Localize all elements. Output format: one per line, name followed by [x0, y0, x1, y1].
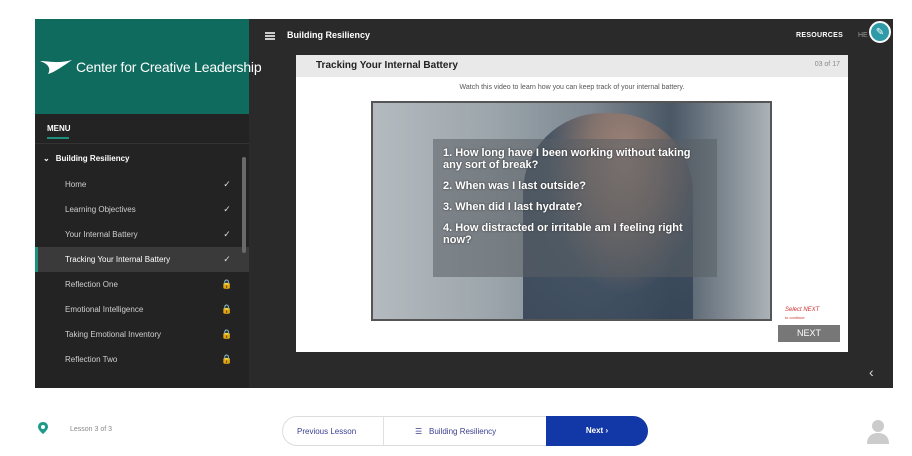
- sidebar-item-label: Your Internal Battery: [65, 230, 138, 239]
- sidebar-item-reflection-one[interactable]: Reflection One 🔒: [35, 272, 249, 297]
- sidebar-item-learning-objectives[interactable]: Learning Objectives ✓: [35, 197, 249, 222]
- brand-name: Center for Creative Leadership: [76, 58, 262, 75]
- sidebar-section-label: Building Resiliency: [55, 153, 130, 163]
- ccl-logo-icon: [40, 59, 72, 74]
- chevron-left-icon[interactable]: ‹: [869, 364, 874, 380]
- top-bar: Building Resiliency RESOURCES HE ✎: [249, 19, 893, 54]
- sidebar-item-reflection-two[interactable]: Reflection Two 🔒: [35, 347, 249, 372]
- slide: Tracking Your Internal Battery 03 of 17 …: [296, 55, 848, 352]
- lesson-footer: Lesson 3 of 3 Previous Lesson ☰ Building …: [0, 402, 912, 456]
- sidebar-item-home[interactable]: Home ✓: [35, 172, 249, 197]
- list-icon: ☰: [415, 427, 423, 436]
- slide-title: Tracking Your Internal Battery: [316, 60, 458, 71]
- select-next-subhint: to continue: [785, 315, 805, 320]
- sidebar-item-tracking-your-internal-battery[interactable]: Tracking Your Internal Battery ✓: [35, 247, 249, 272]
- page: Center for Creative Leadership MENU ⌄ Bu…: [0, 0, 912, 456]
- sidebar-item-label: Tracking Your Internal Battery: [65, 255, 171, 264]
- menu-heading: MENU: [35, 114, 249, 144]
- breadcrumb-label: Building Resiliency: [429, 427, 497, 436]
- lock-icon: 🔒: [221, 279, 233, 289]
- slide-next-button[interactable]: NEXT: [778, 325, 840, 342]
- sidebar-item-label: Learning Objectives: [65, 205, 136, 214]
- sidebar-item-your-internal-battery[interactable]: Your Internal Battery ✓: [35, 222, 249, 247]
- lock-icon: 🔒: [221, 304, 233, 314]
- course-title: Building Resiliency: [287, 30, 371, 40]
- lock-icon: 🔒: [221, 354, 233, 364]
- question-1: 1. How long have I been working without …: [443, 147, 691, 171]
- sidebar-item-taking-emotional-inventory[interactable]: Taking Emotional Inventory 🔒: [35, 322, 249, 347]
- sidebar-item-emotional-intelligence[interactable]: Emotional Intelligence 🔒: [35, 297, 249, 322]
- question-2: 2. When was I last outside?: [443, 180, 587, 192]
- sidebar-item-label: Emotional Intelligence: [65, 305, 144, 314]
- previous-lesson-button[interactable]: Previous Lesson: [297, 427, 356, 436]
- resources-link[interactable]: RESOURCES: [796, 32, 843, 39]
- sidebar-section-building-resiliency[interactable]: ⌄ Building Resiliency: [35, 144, 249, 172]
- divider: [383, 417, 384, 445]
- slide-counter: 03 of 17: [814, 61, 840, 68]
- video-player[interactable]: 1. How long have I been working without …: [371, 101, 772, 321]
- slide-header: Tracking Your Internal Battery 03 of 17: [296, 55, 848, 77]
- slide-instructions: Watch this video to learn how you can ke…: [459, 84, 685, 91]
- help-icon[interactable]: ✎: [869, 21, 891, 43]
- lesson-breadcrumb[interactable]: ☰ Building Resiliency: [415, 427, 496, 436]
- sidebar-item-label: Reflection Two: [65, 355, 118, 364]
- lesson-nav: Previous Lesson ☰ Building Resiliency Nex…: [282, 416, 648, 446]
- lock-icon: 🔒: [221, 329, 233, 339]
- sidebar-scrollbar[interactable]: [242, 157, 246, 253]
- check-icon: ✓: [223, 229, 231, 239]
- sidebar: Center for Creative Leadership MENU ⌄ Bu…: [35, 19, 262, 388]
- brand-header: Center for Creative Leadership: [35, 19, 262, 114]
- select-next-hint: Select NEXT: [785, 307, 820, 313]
- question-4: 4. How distracted or irritable am I feel…: [443, 222, 683, 246]
- chevron-down-icon: ⌄: [43, 153, 50, 163]
- course-player: Center for Creative Leadership MENU ⌄ Bu…: [35, 19, 893, 388]
- location-pin-icon: [38, 422, 48, 434]
- sidebar-item-label: Home: [65, 180, 87, 189]
- sidebar-item-label: Reflection One: [65, 280, 118, 289]
- sidebar-item-label: Taking Emotional Inventory: [65, 330, 162, 339]
- hamburger-menu-icon[interactable]: [265, 32, 275, 40]
- user-avatar-icon[interactable]: [866, 418, 890, 444]
- check-icon: ✓: [223, 204, 231, 214]
- next-lesson-button[interactable]: Next ›: [546, 416, 648, 446]
- lesson-progress: Lesson 3 of 3: [70, 426, 113, 433]
- question-3: 3. When did I last hydrate?: [443, 201, 583, 213]
- help-label: HE: [858, 32, 868, 39]
- question-overlay: 1. How long have I been working without …: [433, 139, 717, 277]
- check-icon: ✓: [223, 179, 231, 189]
- check-icon: ✓: [223, 254, 231, 264]
